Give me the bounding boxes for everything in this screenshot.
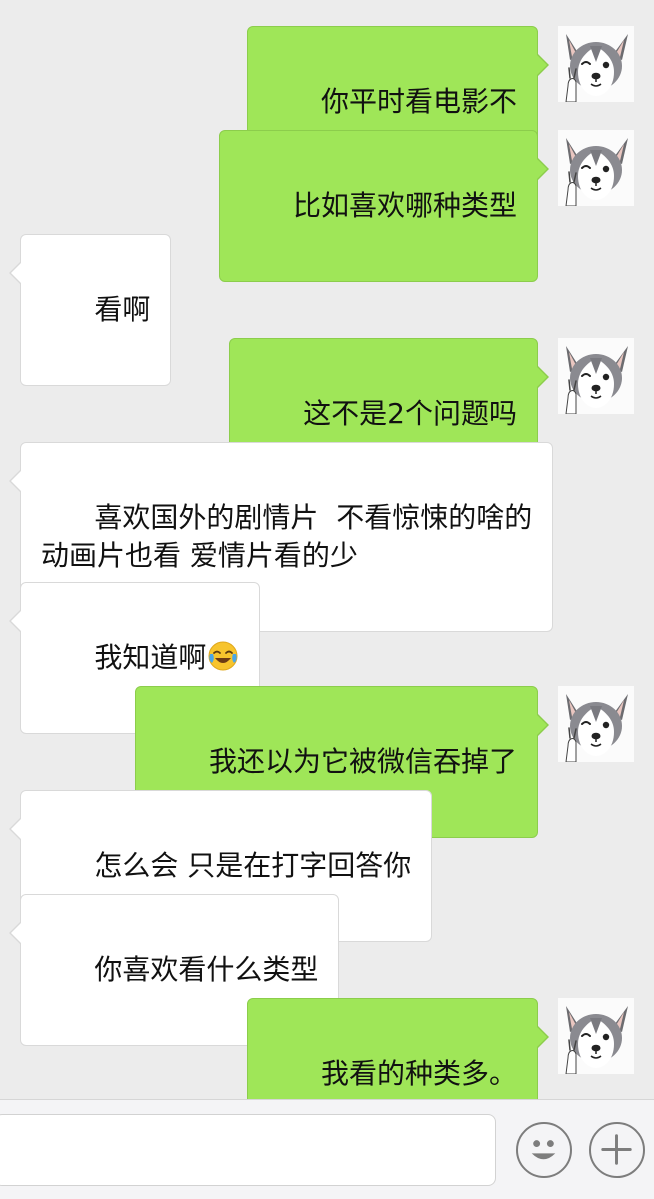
avatar[interactable] bbox=[558, 686, 634, 762]
avatar[interactable] bbox=[558, 130, 634, 206]
message-text: 你平时看电影不 bbox=[320, 85, 517, 118]
avatar[interactable] bbox=[558, 26, 634, 102]
input-bar bbox=[0, 1099, 654, 1199]
message-text: 喜欢国外的剧情片 不看惊悚的啥的 动画片也看 爱情片看的少 bbox=[41, 501, 533, 572]
message-text: 这不是2个问题吗 bbox=[303, 397, 517, 430]
husky-dog-avatar-icon bbox=[558, 998, 634, 1074]
husky-dog-avatar-icon bbox=[558, 26, 634, 102]
message-text: 怎么会 只是在打字回答你 bbox=[94, 849, 412, 882]
message-input[interactable] bbox=[0, 1114, 496, 1186]
avatar[interactable] bbox=[558, 338, 634, 414]
rolling-laughing-emoji-icon bbox=[208, 641, 238, 671]
smiley-face-icon bbox=[531, 1140, 556, 1160]
message-text: 我还以为它被微信吞掉了 bbox=[208, 745, 517, 778]
more-button[interactable] bbox=[589, 1122, 645, 1178]
avatar[interactable] bbox=[558, 998, 634, 1074]
message-text: 我看的种类多。 bbox=[320, 1057, 517, 1090]
message-text: 我知道啊 bbox=[94, 641, 207, 674]
message-text: 看啊 bbox=[94, 293, 151, 326]
chat-message-list[interactable]: 你平时看电影不 比如喜欢哪种类型 看啊 这不是2个问题吗 喜欢国外的剧情片 不看… bbox=[0, 0, 654, 1150]
emoji-button[interactable] bbox=[516, 1122, 572, 1178]
husky-dog-avatar-icon bbox=[558, 130, 634, 206]
plus-icon bbox=[601, 1134, 632, 1165]
message-text: 你喜欢看什么类型 bbox=[94, 953, 319, 986]
received-message-bubble[interactable]: 看啊 bbox=[8, 234, 172, 386]
message-text: 比如喜欢哪种类型 bbox=[292, 189, 517, 222]
husky-dog-avatar-icon bbox=[558, 686, 634, 762]
husky-dog-avatar-icon bbox=[558, 338, 634, 414]
sent-message-bubble[interactable]: 比如喜欢哪种类型 bbox=[218, 130, 550, 282]
